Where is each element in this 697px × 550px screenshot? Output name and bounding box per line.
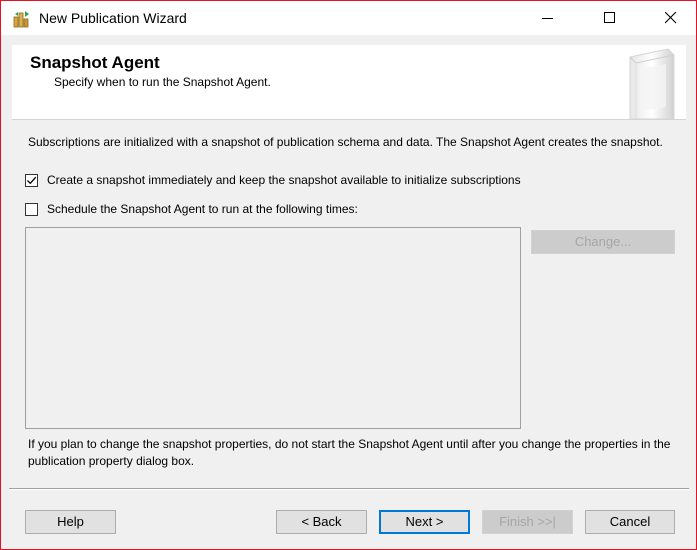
back-button[interactable]: < Back bbox=[276, 510, 367, 534]
wizard-window: New Publication Wizard Snapshot Agent Sp… bbox=[0, 0, 697, 550]
window-title: New Publication Wizard bbox=[39, 10, 187, 26]
cancel-button[interactable]: Cancel bbox=[585, 510, 675, 534]
close-button[interactable] bbox=[648, 1, 694, 35]
wizard-header: Snapshot Agent Specify when to run the S… bbox=[12, 45, 686, 120]
checkmark-icon bbox=[27, 176, 37, 184]
finish-button[interactable]: Finish >>| bbox=[482, 510, 573, 534]
schedule-agent-checkbox[interactable] bbox=[25, 202, 38, 216]
description-text: Subscriptions are initialized with a sna… bbox=[28, 135, 663, 149]
maximize-icon bbox=[604, 12, 615, 23]
change-button[interactable]: Change... bbox=[531, 230, 675, 254]
close-icon bbox=[665, 12, 677, 24]
footer-divider-highlight bbox=[9, 489, 689, 490]
next-button[interactable]: Next > bbox=[379, 510, 470, 534]
create-snapshot-checkbox[interactable] bbox=[25, 173, 38, 187]
minimize-button[interactable] bbox=[525, 1, 571, 35]
minimize-icon bbox=[542, 18, 553, 19]
title-bar[interactable]: New Publication Wizard bbox=[1, 1, 696, 35]
maximize-button[interactable] bbox=[587, 1, 633, 35]
schedule-agent-label: Schedule the Snapshot Agent to run at th… bbox=[47, 202, 358, 216]
schedule-agent-option[interactable]: Schedule the Snapshot Agent to run at th… bbox=[25, 200, 358, 218]
snapshot-glass-icon bbox=[616, 47, 678, 120]
note-text: If you plan to change the snapshot prope… bbox=[28, 437, 671, 468]
create-snapshot-label: Create a snapshot immediately and keep t… bbox=[47, 173, 521, 187]
page-subtitle: Specify when to run the Snapshot Agent. bbox=[54, 75, 271, 89]
help-button[interactable]: Help bbox=[25, 510, 116, 534]
page-title: Snapshot Agent bbox=[30, 53, 160, 72]
publication-wizard-icon bbox=[12, 9, 32, 29]
schedule-textbox bbox=[25, 227, 521, 429]
create-snapshot-option[interactable]: Create a snapshot immediately and keep t… bbox=[25, 171, 521, 189]
